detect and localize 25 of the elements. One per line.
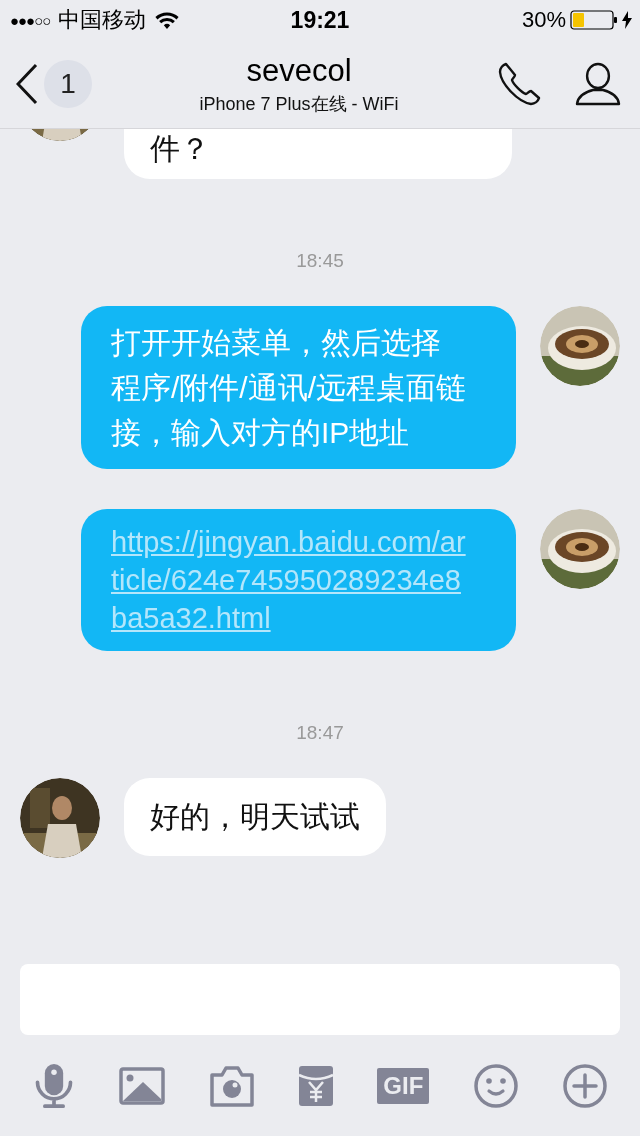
clock-time: 19:21 <box>290 6 350 34</box>
message-text: 打开开始菜单，然后选择程序/附件/通讯/远程桌面链接，输入对方的IP地址 <box>111 326 466 449</box>
signal-strength: ●●●○○ <box>10 11 51 29</box>
gif-button[interactable]: GIF <box>377 1067 430 1104</box>
camera-icon[interactable] <box>208 1064 255 1107</box>
contact-name: sevecol <box>246 52 352 89</box>
image-icon[interactable] <box>119 1066 166 1105</box>
message-timestamp: 18:47 <box>295 721 345 745</box>
message-timestamp: 18:45 <box>295 249 345 273</box>
add-icon[interactable] <box>561 1062 608 1109</box>
envelope-yen-icon[interactable] <box>298 1064 334 1107</box>
message-text: 件？ <box>150 131 210 167</box>
battery-percent: 30% <box>521 7 566 33</box>
online-status: iPhone 7 Plus在线 - WiFi <box>199 92 399 116</box>
contact-profile-icon[interactable] <box>574 60 622 108</box>
carrier-name: 中国移动 <box>58 6 147 34</box>
wifi-icon <box>154 10 181 30</box>
back-button[interactable]: 1 <box>16 60 92 108</box>
message-link[interactable]: https://jingyan.baidu.com/article/624e745950289234e8ba5a32.html <box>111 523 469 637</box>
emoji-icon[interactable] <box>472 1062 519 1109</box>
unread-count-badge: 1 <box>44 60 92 108</box>
back-chevron-icon <box>16 63 38 105</box>
battery-icon <box>570 10 618 30</box>
message-text: 好的，明天试试 <box>150 800 360 833</box>
charging-icon <box>622 11 632 29</box>
